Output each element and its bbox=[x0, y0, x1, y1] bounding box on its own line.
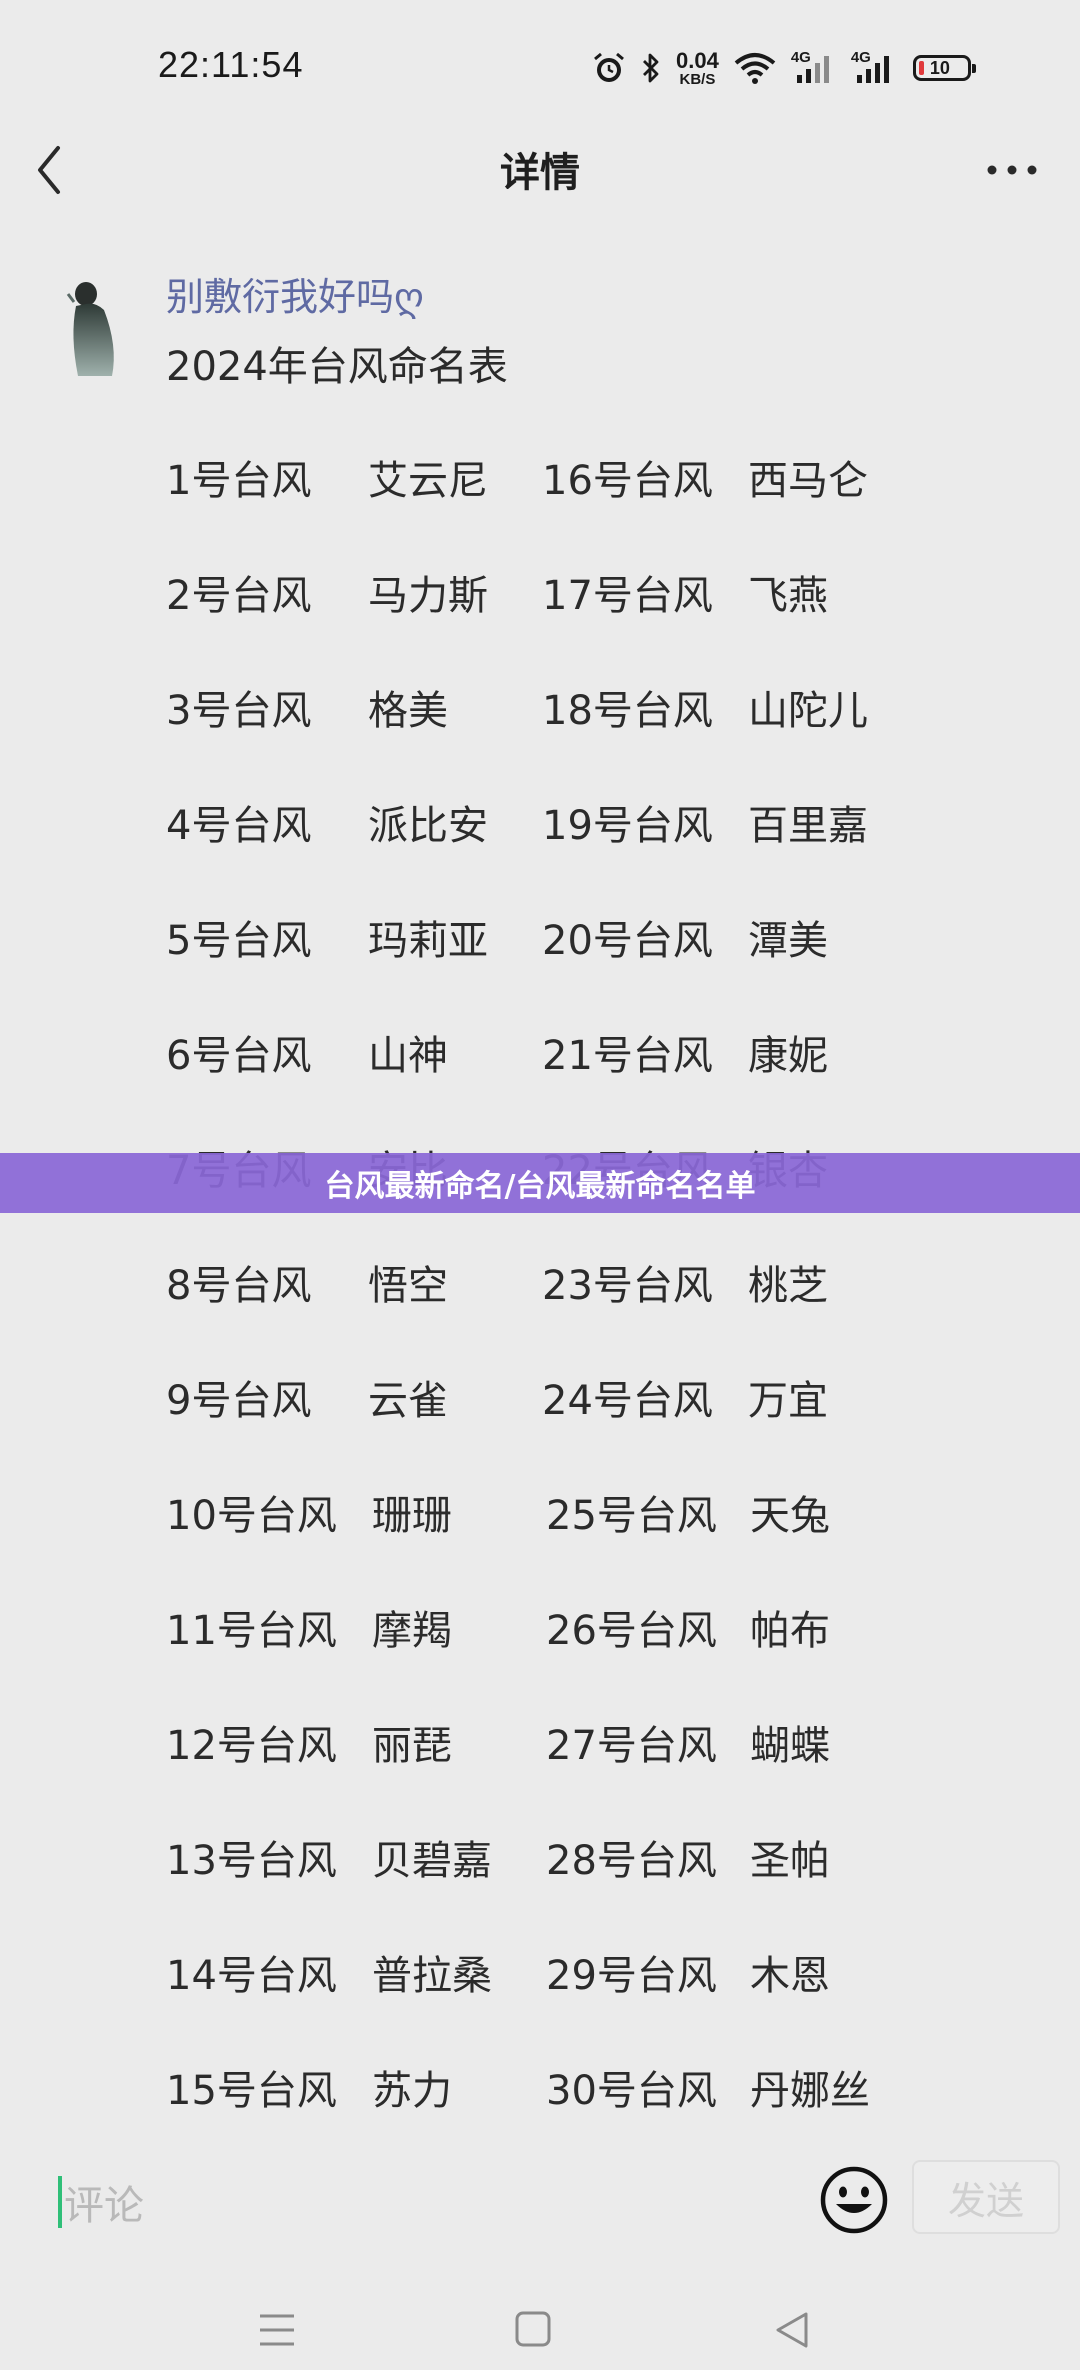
typhoon-number: 9号台风 bbox=[166, 1378, 312, 1424]
typhoon-number: 2号台风 bbox=[166, 573, 312, 619]
overlay-banner: 台风最新命名/台风最新命名名单 bbox=[0, 1153, 1080, 1213]
banner-text: 台风最新命名/台风最新命名名单 bbox=[324, 1169, 756, 1204]
typhoon-number: 1号台风 bbox=[166, 458, 312, 504]
back-triangle-icon[interactable] bbox=[772, 2310, 812, 2350]
avatar[interactable] bbox=[60, 276, 130, 380]
bluetooth-icon bbox=[643, 53, 659, 83]
typhoon-number: 25号台风 bbox=[546, 1493, 717, 1539]
typhoon-number: 29号台风 bbox=[546, 1953, 717, 1999]
typhoon-name: 圣帕 bbox=[750, 1838, 830, 1884]
typhoon-number: 26号台风 bbox=[546, 1608, 717, 1654]
typhoon-number: 20号台风 bbox=[542, 918, 713, 964]
signal-icon bbox=[856, 56, 889, 83]
typhoon-name: 马力斯 bbox=[368, 573, 488, 619]
smiley-icon[interactable] bbox=[818, 2164, 890, 2236]
typhoon-number: 3号台风 bbox=[166, 688, 312, 734]
text-caret bbox=[58, 2176, 62, 2228]
typhoon-name: 丽琵 bbox=[372, 1723, 452, 1769]
page-title: 详情 bbox=[500, 150, 580, 196]
network-speed-unit: KB/S bbox=[679, 70, 716, 88]
typhoon-number: 11号台风 bbox=[166, 1608, 337, 1654]
status-time: 22:11:54 bbox=[158, 44, 304, 85]
more-horizontal-icon[interactable] bbox=[982, 150, 1042, 190]
typhoon-number: 5号台风 bbox=[166, 918, 312, 964]
typhoon-name: 潭美 bbox=[748, 918, 828, 964]
battery-icon: 10 bbox=[912, 55, 976, 81]
typhoon-name: 山神 bbox=[368, 1033, 448, 1079]
alarm-icon bbox=[594, 52, 624, 82]
typhoon-number: 6号台风 bbox=[166, 1033, 312, 1079]
comment-placeholder: 评论 bbox=[64, 2183, 144, 2229]
typhoon-name: 飞燕 bbox=[748, 573, 828, 619]
typhoon-name: 康妮 bbox=[748, 1033, 828, 1079]
typhoon-name: 丹娜丝 bbox=[750, 2068, 870, 2114]
signal-2: 4G bbox=[851, 49, 899, 85]
typhoon-name: 帕布 bbox=[750, 1608, 830, 1654]
typhoon-name: 悟空 bbox=[368, 1263, 448, 1309]
typhoon-name: 木恩 bbox=[750, 1953, 830, 1999]
typhoon-name: 云雀 bbox=[368, 1378, 448, 1424]
signal-icon bbox=[796, 56, 829, 83]
typhoon-number: 24号台风 bbox=[542, 1378, 713, 1424]
battery-level: 10 bbox=[929, 57, 950, 78]
typhoon-number: 12号台风 bbox=[166, 1723, 337, 1769]
typhoon-name: 天兔 bbox=[750, 1493, 830, 1539]
typhoon-name: 派比安 bbox=[368, 803, 488, 849]
typhoon-number: 13号台风 bbox=[166, 1838, 337, 1884]
network-speed: 0.04 KB/S bbox=[676, 47, 719, 88]
typhoon-name: 万宜 bbox=[748, 1378, 828, 1424]
typhoon-number: 23号台风 bbox=[542, 1263, 713, 1309]
wifi-icon bbox=[734, 53, 776, 84]
typhoon-name: 普拉桑 bbox=[372, 1953, 492, 1999]
post-title: 2024年台风命名表 bbox=[166, 344, 508, 390]
typhoon-number: 4号台风 bbox=[166, 803, 312, 849]
typhoon-number: 19号台风 bbox=[542, 803, 713, 849]
send-button[interactable]: 发送 bbox=[912, 2160, 1060, 2234]
typhoon-name: 西马仑 bbox=[748, 458, 868, 504]
typhoon-name: 艾云尼 bbox=[368, 458, 488, 504]
home-square-icon[interactable] bbox=[514, 2310, 552, 2348]
menu-icon[interactable] bbox=[258, 2312, 296, 2348]
typhoon-number: 28号台风 bbox=[546, 1838, 717, 1884]
typhoon-number: 27号台风 bbox=[546, 1723, 717, 1769]
typhoon-name: 摩羯 bbox=[372, 1608, 452, 1654]
typhoon-number: 10号台风 bbox=[166, 1493, 337, 1539]
typhoon-name: 山陀儿 bbox=[748, 688, 868, 734]
typhoon-number: 16号台风 bbox=[542, 458, 713, 504]
signal-1: 4G bbox=[791, 49, 837, 85]
comment-input[interactable]: 评论 bbox=[58, 2170, 758, 2234]
typhoon-name: 玛莉亚 bbox=[368, 918, 488, 964]
typhoon-number: 15号台风 bbox=[166, 2068, 337, 2114]
typhoon-name: 格美 bbox=[368, 688, 448, 734]
typhoon-number: 18号台风 bbox=[542, 688, 713, 734]
typhoon-name: 百里嘉 bbox=[748, 803, 868, 849]
typhoon-number: 8号台风 bbox=[166, 1263, 312, 1309]
typhoon-name: 珊珊 bbox=[372, 1493, 452, 1539]
typhoon-name: 蝴蝶 bbox=[750, 1723, 830, 1769]
typhoon-number: 21号台风 bbox=[542, 1033, 713, 1079]
typhoon-name: 苏力 bbox=[372, 2068, 452, 2114]
typhoon-name: 贝碧嘉 bbox=[372, 1838, 492, 1884]
network-speed-value: 0.04 bbox=[676, 47, 719, 73]
status-icons: 0.04 KB/S 4G 4G 10 bbox=[592, 44, 976, 92]
typhoon-number: 14号台风 bbox=[166, 1953, 337, 1999]
typhoon-number: 17号台风 bbox=[542, 573, 713, 619]
author-name[interactable]: 别敷衍我好吗ღ bbox=[166, 266, 424, 321]
typhoon-number: 30号台风 bbox=[546, 2068, 717, 2114]
typhoon-name: 桃芝 bbox=[748, 1263, 828, 1309]
